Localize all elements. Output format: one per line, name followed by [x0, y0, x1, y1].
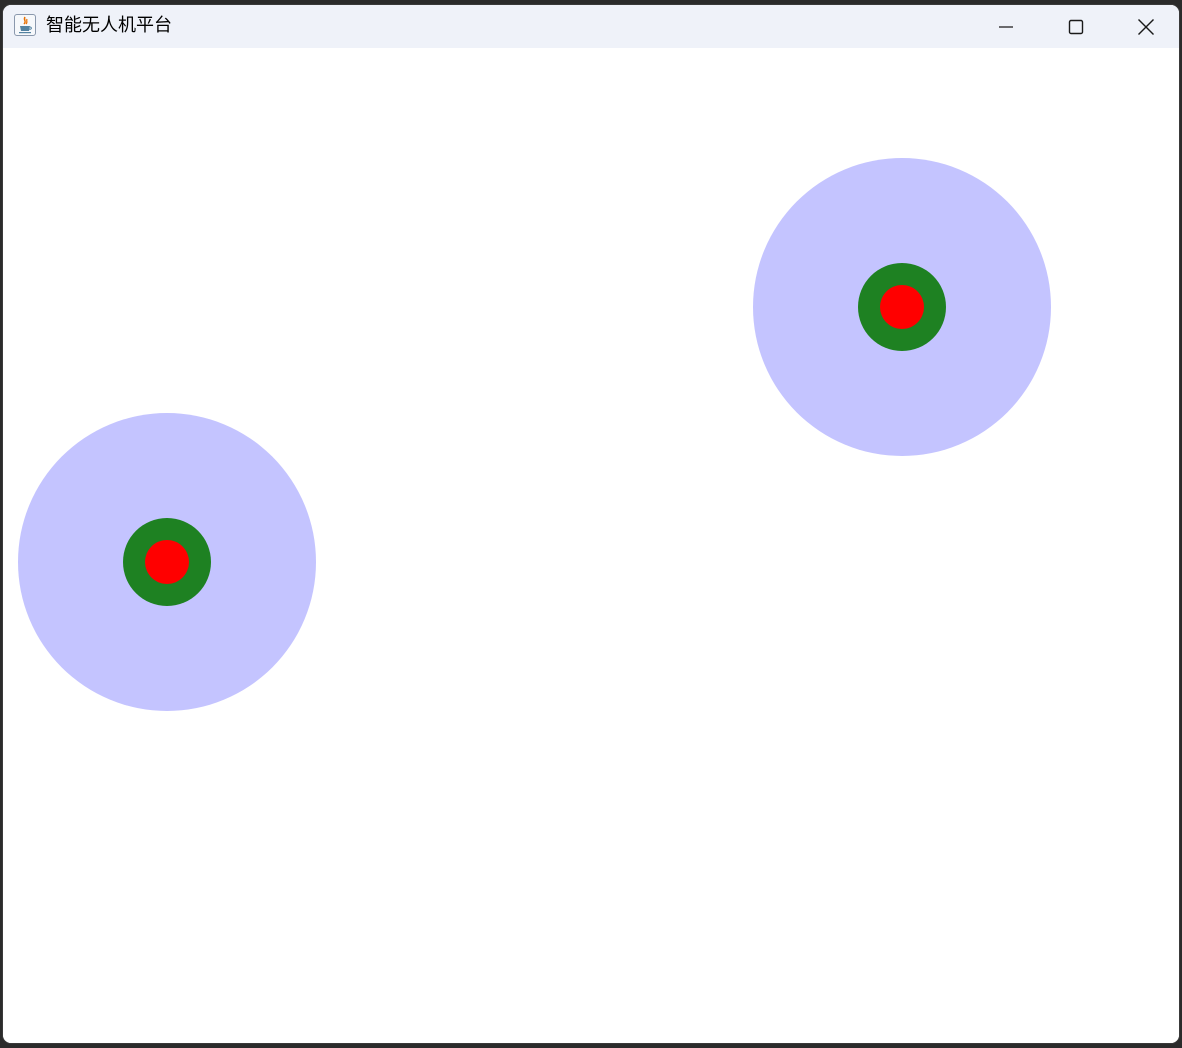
minimize-button[interactable] [971, 5, 1041, 48]
drone-1-core [880, 285, 924, 329]
maximize-button[interactable] [1041, 5, 1111, 48]
drone-map-svg [18, 158, 1051, 711]
close-icon [1138, 18, 1154, 35]
drone-canvas[interactable] [3, 48, 1179, 1043]
drone-1[interactable] [753, 158, 1051, 456]
app-window: 智能无人机平台 [3, 5, 1179, 1043]
close-button[interactable] [1111, 5, 1179, 48]
minimize-icon [999, 25, 1013, 28]
drone-2[interactable] [18, 413, 316, 711]
maximize-icon [1068, 19, 1084, 34]
window-title: 智能无人机平台 [46, 15, 172, 36]
drone-2-core [145, 540, 189, 584]
java-app-icon[interactable] [14, 14, 36, 36]
title-bar[interactable]: 智能无人机平台 [3, 5, 1179, 48]
